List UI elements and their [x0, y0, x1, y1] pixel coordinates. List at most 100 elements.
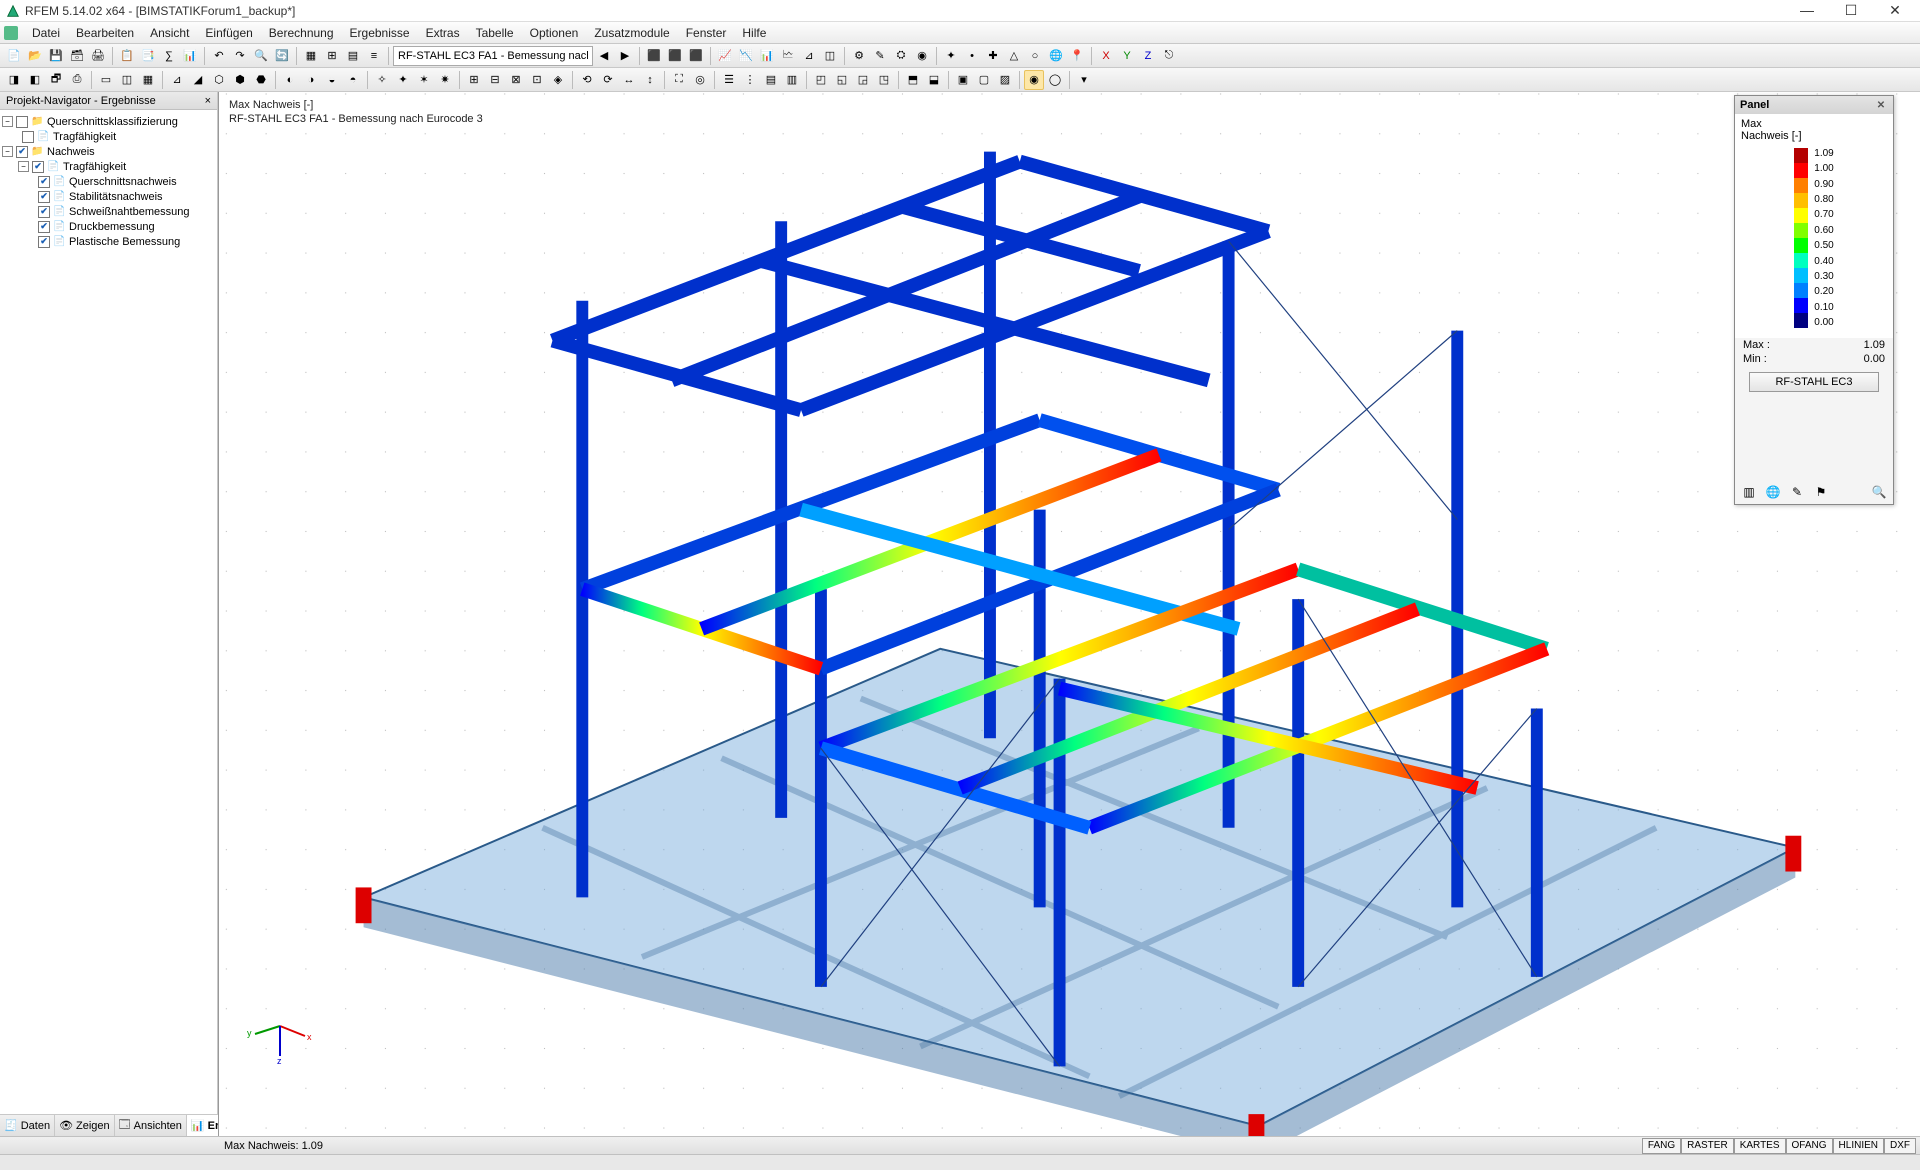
tb2-46-icon[interactable]: ◯: [1045, 70, 1065, 90]
report-icon[interactable]: 📊: [180, 46, 200, 66]
menu-optionen[interactable]: Optionen: [522, 24, 587, 42]
tree-node-nachweis[interactable]: − 📁 Nachweis: [0, 144, 217, 159]
snap-kartes[interactable]: KARTES: [1734, 1138, 1786, 1154]
tree-node-schweissnahtbemessung[interactable]: 📄 Schweißnahtbemessung: [0, 204, 217, 219]
collapse-icon[interactable]: −: [18, 161, 29, 172]
tb2-4-icon[interactable]: ⎙: [67, 70, 87, 90]
tb2-2-icon[interactable]: ◧: [25, 70, 45, 90]
checkbox[interactable]: [22, 131, 34, 143]
diag3-icon[interactable]: 📊: [757, 46, 777, 66]
mdi-restore-icon[interactable]: [4, 26, 18, 40]
tb2-18-icon[interactable]: ✦: [393, 70, 413, 90]
viewport-3d[interactable]: Max Nachweis [-] RF-STAHL EC3 FA1 - Beme…: [218, 92, 1920, 1136]
diag5-icon[interactable]: ⊿: [799, 46, 819, 66]
table-icon[interactable]: ⊞: [322, 46, 342, 66]
copy-icon[interactable]: 📋: [117, 46, 137, 66]
tree-node-tragfaehigkeit-2[interactable]: − 📄 Tragfähigkeit: [0, 159, 217, 174]
tb2-24-icon[interactable]: ⊡: [527, 70, 547, 90]
tb2-41-icon[interactable]: ⬓: [924, 70, 944, 90]
calc-icon[interactable]: ∑: [159, 46, 179, 66]
print-icon[interactable]: 🖨: [88, 46, 108, 66]
new-icon[interactable]: 📄: [4, 46, 24, 66]
checkbox[interactable]: [38, 191, 50, 203]
minimize-button[interactable]: —: [1794, 2, 1820, 19]
checkbox[interactable]: [38, 176, 50, 188]
menu-berechnung[interactable]: Berechnung: [261, 24, 342, 42]
tb2-3-icon[interactable]: 🗗: [46, 70, 66, 90]
tb2-45-icon[interactable]: ◉: [1024, 70, 1044, 90]
undo-icon[interactable]: ↶: [209, 46, 229, 66]
tool2-icon[interactable]: ✎: [870, 46, 890, 66]
redo-icon[interactable]: ↷: [230, 46, 250, 66]
tb2-38-icon[interactable]: ◲: [853, 70, 873, 90]
tab-zeigen[interactable]: 👁Zeigen: [55, 1115, 115, 1136]
tree-node-querschnittsklassifizierung[interactable]: − 📁 Querschnittsklassifizierung: [0, 114, 217, 129]
menu-bearbeiten[interactable]: Bearbeiten: [68, 24, 142, 42]
sheet-icon[interactable]: ▦: [301, 46, 321, 66]
tb2-39-icon[interactable]: ◳: [874, 70, 894, 90]
result-c-icon[interactable]: ⬛: [686, 46, 706, 66]
tb2-9-icon[interactable]: ◢: [188, 70, 208, 90]
panel-world-icon[interactable]: 🌐: [1765, 484, 1781, 500]
navigator-close-icon[interactable]: ×: [205, 95, 211, 107]
tb2-23-icon[interactable]: ⊠: [506, 70, 526, 90]
menu-zusatzmodule[interactable]: Zusatzmodule: [586, 24, 677, 42]
tb2-21-icon[interactable]: ⊞: [464, 70, 484, 90]
tb2-42-icon[interactable]: ▣: [953, 70, 973, 90]
open-icon[interactable]: 📂: [25, 46, 45, 66]
checkbox[interactable]: [38, 206, 50, 218]
tree-node-druckbemessung[interactable]: 📄 Druckbemessung: [0, 219, 217, 234]
tb2-19-icon[interactable]: ✶: [414, 70, 434, 90]
tb2-35-icon[interactable]: ▥: [782, 70, 802, 90]
tb2-17-icon[interactable]: ✧: [372, 70, 392, 90]
tb2-8-icon[interactable]: ⊿: [167, 70, 187, 90]
diag1-icon[interactable]: 📈: [715, 46, 735, 66]
circle-icon[interactable]: ○: [1025, 46, 1045, 66]
collapse-icon[interactable]: −: [2, 146, 13, 157]
tb2-26-icon[interactable]: ⟲: [577, 70, 597, 90]
pin-icon[interactable]: 📍: [1067, 46, 1087, 66]
tb2-31-icon[interactable]: ◎: [690, 70, 710, 90]
checkbox[interactable]: [38, 236, 50, 248]
tree-node-plastische-bemessung[interactable]: 📄 Plastische Bemessung: [0, 234, 217, 249]
tb2-36-icon[interactable]: ◰: [811, 70, 831, 90]
menu-extras[interactable]: Extras: [418, 24, 468, 42]
panel-zoom-icon[interactable]: 🔍: [1871, 484, 1887, 500]
tb2-1-icon[interactable]: ◨: [4, 70, 24, 90]
diag2-icon[interactable]: 📉: [736, 46, 756, 66]
tb2-34-icon[interactable]: ▤: [761, 70, 781, 90]
prev-icon[interactable]: ◀: [594, 46, 614, 66]
grid-icon[interactable]: ▤: [343, 46, 363, 66]
tb2-11-icon[interactable]: ⬢: [230, 70, 250, 90]
tree-node-tragfaehigkeit-1[interactable]: 📄 Tragfähigkeit: [0, 129, 217, 144]
tb2-16-icon[interactable]: ◓: [343, 70, 363, 90]
snap-fang[interactable]: FANG: [1642, 1138, 1681, 1154]
menu-hilfe[interactable]: Hilfe: [734, 24, 774, 42]
tool4-icon[interactable]: ◉: [912, 46, 932, 66]
list-icon[interactable]: ≡: [364, 46, 384, 66]
diag4-icon[interactable]: 🗠: [778, 46, 798, 66]
snap-dxf[interactable]: DXF: [1884, 1138, 1916, 1154]
tb2-44-icon[interactable]: ▨: [995, 70, 1015, 90]
globe-icon[interactable]: 🌐: [1046, 46, 1066, 66]
tb2-28-icon[interactable]: ↔: [619, 70, 639, 90]
tab-daten[interactable]: 🧾Daten: [0, 1115, 55, 1136]
maximize-button[interactable]: ☐: [1838, 2, 1864, 19]
tb2-13-icon[interactable]: ◐: [280, 70, 300, 90]
panel-module-button[interactable]: RF-STAHL EC3: [1749, 372, 1879, 392]
layer-z-icon[interactable]: Z: [1138, 46, 1158, 66]
snap-ofang[interactable]: OFANG: [1786, 1138, 1833, 1154]
menu-einfuegen[interactable]: Einfügen: [197, 24, 260, 42]
diag6-icon[interactable]: ◫: [820, 46, 840, 66]
tb2-7-icon[interactable]: ▦: [138, 70, 158, 90]
exit-icon[interactable]: ⎋: [1159, 46, 1179, 66]
tree-node-querschnittsnachweis[interactable]: 📄 Querschnittsnachweis: [0, 174, 217, 189]
panel-flag-icon[interactable]: ⚑: [1813, 484, 1829, 500]
tb2-25-icon[interactable]: ◈: [548, 70, 568, 90]
tb2-10-icon[interactable]: ⬡: [209, 70, 229, 90]
menu-ansicht[interactable]: Ansicht: [142, 24, 197, 42]
tb2-37-icon[interactable]: ◱: [832, 70, 852, 90]
result-a-icon[interactable]: ⬛: [644, 46, 664, 66]
tb2-27-icon[interactable]: ⟳: [598, 70, 618, 90]
tb2-40-icon[interactable]: ⬒: [903, 70, 923, 90]
